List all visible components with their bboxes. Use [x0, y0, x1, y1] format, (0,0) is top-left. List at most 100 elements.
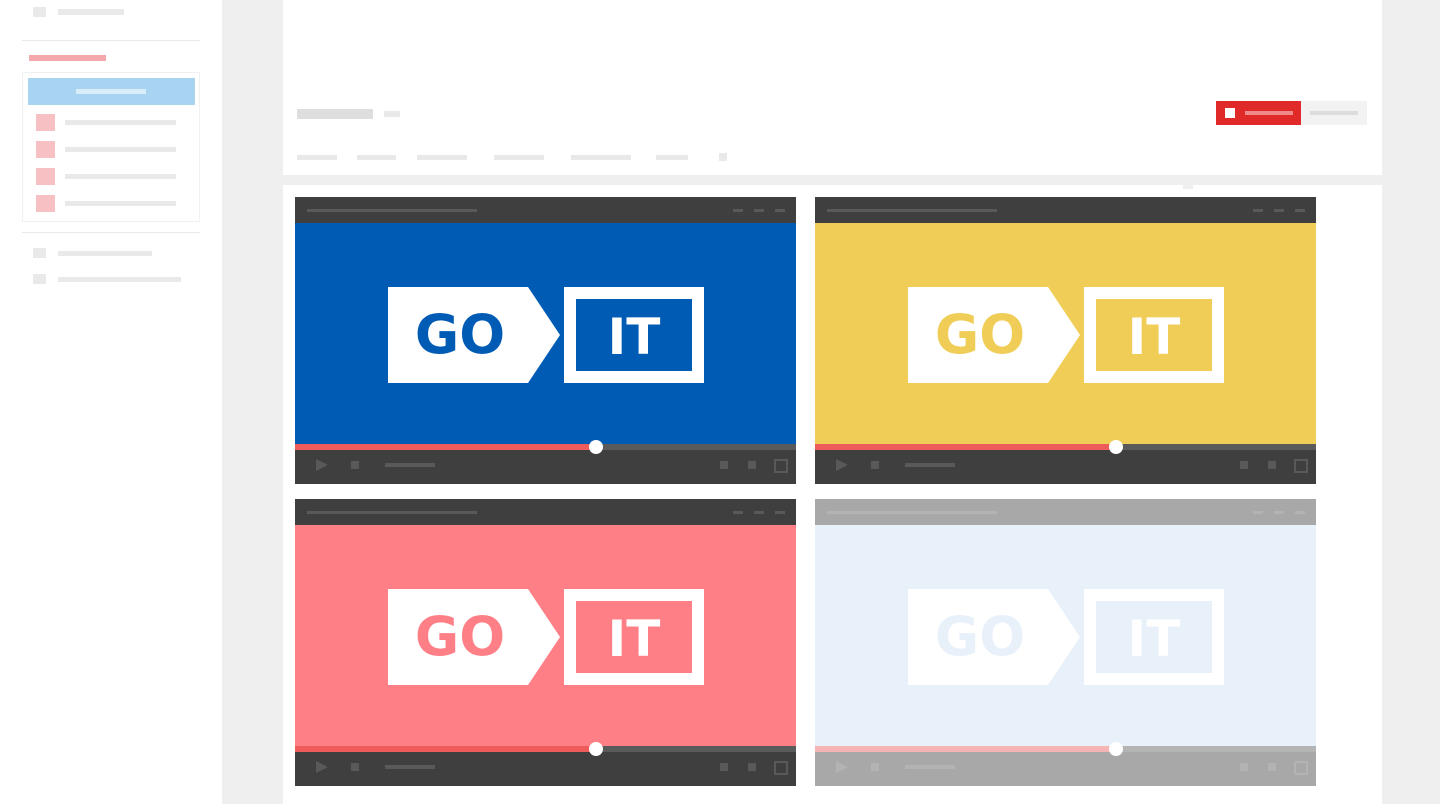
- header-separator: [283, 175, 1382, 185]
- maximize-icon[interactable]: [754, 511, 764, 514]
- video-frame[interactable]: GO IT: [815, 525, 1316, 746]
- play-icon[interactable]: [836, 459, 848, 471]
- item-icon: [33, 274, 46, 284]
- close-icon[interactable]: [1295, 511, 1305, 514]
- sidebar-item[interactable]: [58, 277, 181, 282]
- player-controls: [295, 440, 796, 484]
- video-player[interactable]: GO IT: [815, 197, 1316, 484]
- minimize-icon[interactable]: [733, 511, 743, 514]
- subscribe-icon: [1225, 108, 1235, 118]
- player-titlebar: [295, 197, 796, 223]
- settings-icon[interactable]: [1240, 763, 1248, 771]
- close-icon[interactable]: [775, 511, 785, 514]
- minimize-icon[interactable]: [1253, 511, 1263, 514]
- time-display: [905, 463, 955, 467]
- play-icon[interactable]: [836, 761, 848, 773]
- close-icon[interactable]: [775, 209, 785, 212]
- fullscreen-icon[interactable]: [1294, 761, 1308, 775]
- sidebar-top-item[interactable]: [58, 9, 124, 15]
- maximize-icon[interactable]: [1274, 209, 1284, 212]
- video-frame[interactable]: GO IT: [295, 525, 796, 746]
- settings-icon[interactable]: [1240, 461, 1248, 469]
- progress-fill: [295, 444, 596, 450]
- brand-right-text: IT: [608, 610, 661, 668]
- primary-button[interactable]: [28, 78, 195, 105]
- play-icon[interactable]: [316, 459, 328, 471]
- tab-search-icon[interactable]: [719, 153, 727, 161]
- brand-logo: GO IT: [388, 589, 704, 685]
- tab-playlists[interactable]: [417, 155, 467, 160]
- time-display: [385, 765, 435, 769]
- close-icon[interactable]: [1295, 209, 1305, 212]
- logo-graphic: GO IT: [908, 287, 1224, 383]
- fullscreen-icon[interactable]: [1294, 459, 1308, 473]
- tab-about[interactable]: [656, 155, 688, 160]
- time-display: [905, 765, 955, 769]
- video-frame[interactable]: GO IT: [295, 223, 796, 444]
- item-label[interactable]: [65, 120, 176, 125]
- minimize-icon[interactable]: [1253, 209, 1263, 212]
- tab-videos[interactable]: [357, 155, 396, 160]
- divider: [22, 232, 200, 233]
- stop-icon[interactable]: [871, 763, 879, 771]
- progress-knob[interactable]: [588, 440, 603, 454]
- settings-icon[interactable]: [720, 763, 728, 771]
- logo-graphic: GO IT: [388, 287, 704, 383]
- player-titlebar: [815, 499, 1316, 525]
- subscribe-button[interactable]: [1216, 101, 1301, 125]
- menu-icon[interactable]: [33, 7, 46, 17]
- stop-icon[interactable]: [351, 763, 359, 771]
- maximize-icon[interactable]: [754, 209, 764, 212]
- item-label[interactable]: [65, 201, 176, 206]
- channel-meta: [384, 111, 400, 117]
- video-player[interactable]: GO IT: [295, 499, 796, 786]
- sidebar-item[interactable]: [58, 251, 152, 256]
- progress-knob[interactable]: [588, 742, 603, 756]
- item-icon: [36, 168, 55, 185]
- player-titlebar: [815, 197, 1316, 223]
- progress-track[interactable]: [295, 742, 796, 756]
- minimize-icon[interactable]: [733, 209, 743, 212]
- item-label[interactable]: [65, 174, 176, 179]
- active-group-card: [22, 72, 200, 222]
- progress-track[interactable]: [295, 440, 796, 454]
- volume-icon[interactable]: [748, 461, 756, 469]
- video-player[interactable]: GO IT: [295, 197, 796, 484]
- progress-knob[interactable]: [1108, 742, 1123, 756]
- progress-fill: [815, 444, 1116, 450]
- count-label: [1310, 111, 1358, 115]
- brand-left-text: GO: [415, 605, 505, 668]
- sidebar: [0, 0, 222, 804]
- stop-icon[interactable]: [351, 461, 359, 469]
- tab-home[interactable]: [297, 155, 337, 160]
- video-title: [827, 209, 997, 212]
- play-icon[interactable]: [316, 761, 328, 773]
- stop-icon[interactable]: [871, 461, 879, 469]
- item-icon: [36, 114, 55, 131]
- divider: [22, 40, 200, 41]
- item-icon: [36, 141, 55, 158]
- item-label[interactable]: [65, 147, 176, 152]
- progress-fill: [815, 746, 1116, 752]
- fullscreen-icon[interactable]: [774, 459, 788, 473]
- logo-graphic: GO IT: [908, 589, 1224, 685]
- video-title: [307, 209, 477, 212]
- video-title: [827, 511, 997, 514]
- tab-channels[interactable]: [494, 155, 544, 160]
- volume-icon[interactable]: [1268, 763, 1276, 771]
- progress-track[interactable]: [815, 742, 1316, 756]
- brand-logo: GO IT: [388, 287, 704, 383]
- video-frame[interactable]: GO IT: [815, 223, 1316, 444]
- volume-icon[interactable]: [1268, 461, 1276, 469]
- settings-icon[interactable]: [720, 461, 728, 469]
- logo-graphic: GO IT: [388, 589, 704, 685]
- maximize-icon[interactable]: [1274, 511, 1284, 514]
- item-icon: [33, 248, 46, 258]
- progress-track[interactable]: [815, 440, 1316, 454]
- fullscreen-icon[interactable]: [774, 761, 788, 775]
- tab-discussion[interactable]: [571, 155, 631, 160]
- separator-notch: [1183, 185, 1193, 189]
- video-player[interactable]: GO IT: [815, 499, 1316, 786]
- progress-knob[interactable]: [1108, 440, 1123, 454]
- volume-icon[interactable]: [748, 763, 756, 771]
